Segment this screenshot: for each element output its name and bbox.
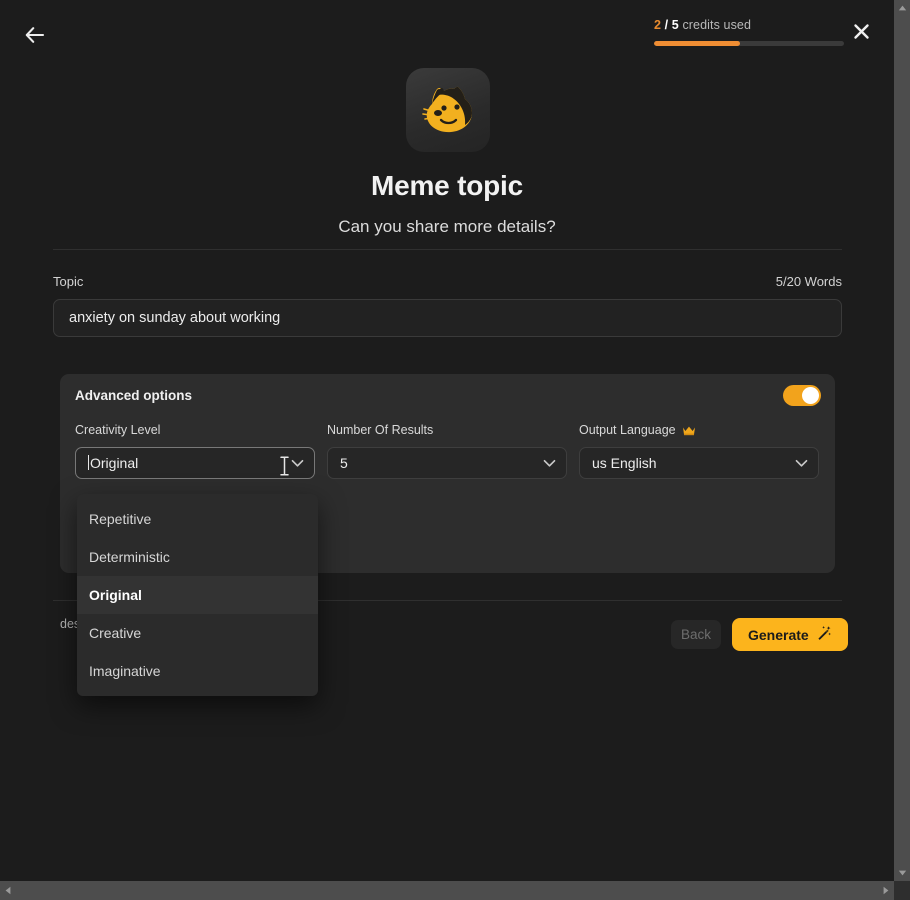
creativity-level-select[interactable]: Original bbox=[75, 447, 315, 479]
credits-used: 2 bbox=[654, 18, 662, 32]
credits-indicator: 2 / 5 credits used bbox=[654, 18, 844, 46]
page-viewport: 2 / 5 credits used Meme topic Can you sh… bbox=[0, 0, 894, 881]
toggle-knob bbox=[802, 387, 819, 404]
number-of-results-select[interactable]: 5 bbox=[327, 447, 567, 479]
field-creativity-level: Creativity Level Original bbox=[75, 422, 315, 479]
output-language-select[interactable]: us English bbox=[579, 447, 819, 479]
chevron-down-icon bbox=[543, 459, 556, 468]
scroll-up-arrow-icon[interactable] bbox=[894, 0, 910, 16]
credits-suffix: credits used bbox=[682, 18, 752, 32]
page-title: Meme topic bbox=[370, 170, 524, 201]
close-button[interactable] bbox=[849, 22, 873, 46]
credits-separator: / bbox=[664, 18, 669, 32]
text-insertion-caret bbox=[88, 455, 89, 470]
topic-label: Topic bbox=[53, 274, 84, 289]
credits-total: 5 bbox=[671, 18, 679, 32]
creativity-level-label: Creativity Level bbox=[75, 423, 161, 437]
creativity-level-dropdown-menu[interactable]: Repetitive Deterministic Original Creati… bbox=[77, 494, 318, 696]
number-of-results-value: 5 bbox=[340, 455, 348, 471]
chevron-down-icon bbox=[291, 459, 304, 468]
topic-input[interactable] bbox=[53, 299, 842, 337]
output-language-value: us English bbox=[592, 455, 657, 471]
number-of-results-label: Number Of Results bbox=[327, 423, 434, 437]
app-window: 2 / 5 credits used Meme topic Can you sh… bbox=[0, 0, 910, 900]
horizontal-scrollbar-thumb[interactable] bbox=[16, 881, 878, 900]
horizontal-scrollbar[interactable] bbox=[0, 881, 894, 900]
app-logo bbox=[406, 68, 490, 152]
doge-meme-icon bbox=[418, 82, 478, 138]
generate-button[interactable]: Generate bbox=[732, 618, 848, 651]
advanced-fields-grid: Creativity Level Original Number Of Resu bbox=[75, 422, 820, 479]
vertical-scrollbar-thumb[interactable] bbox=[894, 16, 910, 861]
scroll-down-arrow-icon[interactable] bbox=[894, 865, 910, 881]
advanced-options-toggle[interactable] bbox=[783, 385, 821, 406]
dropdown-option-original[interactable]: Original bbox=[77, 576, 318, 614]
field-output-language: Output Language us English bbox=[579, 422, 819, 479]
generate-button-label: Generate bbox=[748, 626, 809, 643]
scroll-right-arrow-icon[interactable] bbox=[878, 881, 894, 900]
topic-word-count: 5/20 Words bbox=[775, 274, 842, 289]
scrollbar-corner bbox=[894, 881, 910, 900]
crown-icon bbox=[682, 425, 696, 436]
magic-wand-icon bbox=[816, 625, 832, 644]
chevron-down-icon bbox=[795, 459, 808, 468]
close-icon bbox=[853, 23, 870, 45]
topic-header-row: Topic 5/20 Words bbox=[53, 274, 842, 289]
dropdown-option-repetitive[interactable]: Repetitive bbox=[77, 500, 318, 538]
field-number-of-results: Number Of Results 5 bbox=[327, 422, 567, 479]
dropdown-option-creative[interactable]: Creative bbox=[77, 614, 318, 652]
vertical-scrollbar[interactable] bbox=[894, 0, 910, 881]
dropdown-option-deterministic[interactable]: Deterministic bbox=[77, 538, 318, 576]
creativity-level-value: Original bbox=[88, 455, 139, 471]
output-language-label: Output Language bbox=[579, 422, 819, 438]
page-subtitle: Can you share more details? bbox=[338, 217, 556, 236]
back-button[interactable]: Back bbox=[671, 620, 721, 649]
credits-progress-bar bbox=[654, 41, 844, 46]
dropdown-option-imaginative[interactable]: Imaginative bbox=[77, 652, 318, 690]
scroll-left-arrow-icon[interactable] bbox=[0, 881, 16, 900]
back-arrow-button[interactable] bbox=[22, 22, 48, 48]
credits-text: 2 / 5 credits used bbox=[654, 18, 844, 32]
arrow-left-icon bbox=[25, 27, 45, 43]
credits-progress-fill bbox=[654, 41, 740, 46]
top-divider bbox=[53, 249, 842, 250]
advanced-options-title: Advanced options bbox=[75, 388, 193, 403]
